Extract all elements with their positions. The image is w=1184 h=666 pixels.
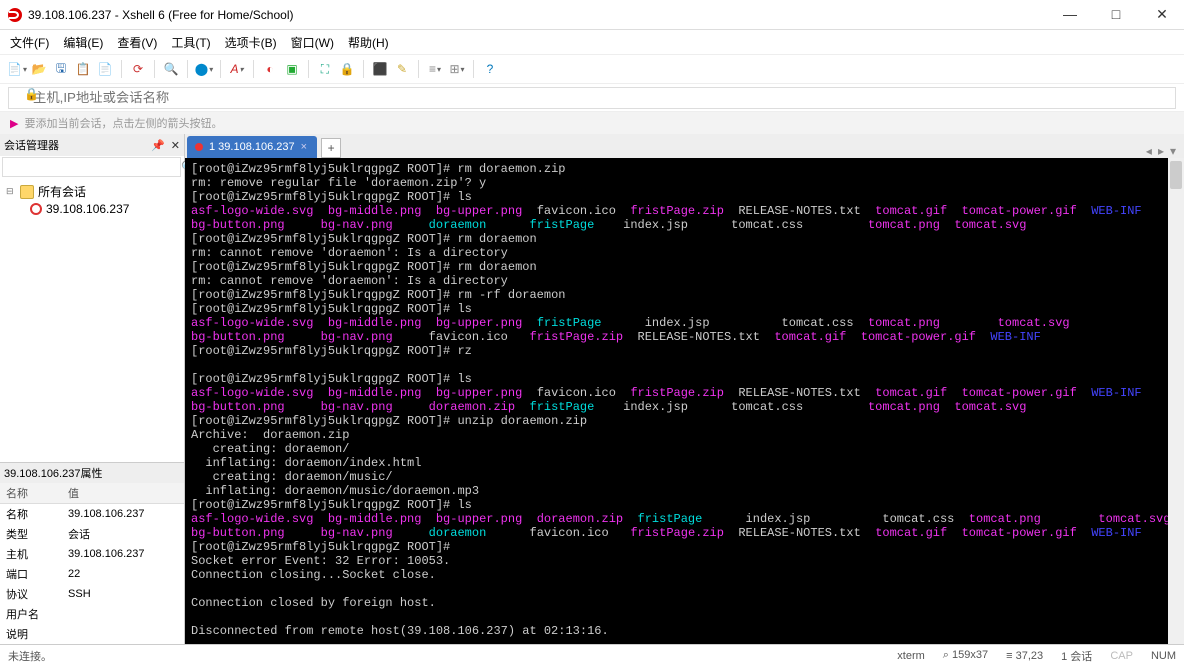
status-sessions: 1 会话 bbox=[1061, 648, 1092, 664]
lock-icon[interactable]: 🔒 bbox=[338, 60, 356, 78]
xftp-icon[interactable]: ▣ bbox=[283, 60, 301, 78]
menu-bar: 文件(F) 编辑(E) 查看(V) 工具(T) 选项卡(B) 窗口(W) 帮助(… bbox=[0, 30, 1184, 54]
collapse-icon[interactable]: ⊟ bbox=[6, 186, 16, 197]
help-icon[interactable]: ? bbox=[481, 60, 499, 78]
split-icon[interactable]: ⊞ bbox=[448, 60, 466, 78]
color-icon[interactable]: ⬤ bbox=[195, 60, 213, 78]
app-icon bbox=[8, 8, 22, 22]
table-row: 主机39.108.106.237 bbox=[0, 544, 184, 564]
menu-edit[interactable]: 编辑(E) bbox=[63, 34, 103, 51]
tree-root-label: 所有会话 bbox=[38, 183, 86, 200]
tree-session-label: 39.108.106.237 bbox=[46, 202, 129, 216]
font-icon[interactable]: A bbox=[228, 60, 246, 78]
table-row: 说明 bbox=[0, 624, 184, 644]
session-tree: ⊟ 所有会话 39.108.106.237 bbox=[0, 178, 184, 462]
table-row: 端口22 bbox=[0, 564, 184, 584]
encoding-icon[interactable]: ≡ bbox=[426, 60, 444, 78]
status-pos: ≡ 37,23 bbox=[1006, 650, 1043, 662]
close-button[interactable]: ✕ bbox=[1148, 6, 1176, 23]
status-term: xterm bbox=[897, 650, 925, 662]
tree-session[interactable]: 39.108.106.237 bbox=[2, 201, 182, 217]
props-title: 39.108.106.237属性 bbox=[0, 463, 184, 483]
menu-file[interactable]: 文件(F) bbox=[10, 34, 49, 51]
table-row: 类型会话 bbox=[0, 524, 184, 544]
table-row: 名称39.108.106.237 bbox=[0, 504, 184, 525]
status-size: ⌕ 159x37 bbox=[943, 649, 988, 662]
folder-icon bbox=[20, 185, 34, 199]
tab-bar: 1 39.108.106.237 × + ◂ ▸ ▾ bbox=[185, 134, 1184, 158]
menu-tools[interactable]: 工具(T) bbox=[171, 34, 210, 51]
flag-icon: ▶ bbox=[10, 117, 18, 130]
terminal[interactable]: [root@iZwz95rmf8lyj5uklrqgpgZ ROOT]# rm … bbox=[185, 158, 1184, 644]
toolbar: 📄 📂 🖫 📋 📄 ⟳ 🔍 ⬤ A ◐ ▣ ⛶ 🔒 ⬛ ✎ ≡ ⊞ ? bbox=[0, 54, 1184, 84]
pin-icon[interactable]: 📌 bbox=[151, 139, 165, 152]
session-icon bbox=[30, 203, 42, 215]
window-titlebar: 39.108.106.237 - Xshell 6 (Free for Home… bbox=[0, 0, 1184, 30]
menu-tabs[interactable]: 选项卡(B) bbox=[225, 34, 277, 51]
scrollbar[interactable] bbox=[1168, 158, 1184, 644]
address-input[interactable] bbox=[8, 87, 1176, 109]
status-connection: 未连接。 bbox=[8, 648, 52, 664]
open-icon[interactable]: 📂 bbox=[30, 60, 48, 78]
menu-help[interactable]: 帮助(H) bbox=[348, 34, 389, 51]
tab-menu-icon[interactable]: ▾ bbox=[1170, 144, 1176, 158]
save-icon[interactable]: 🖫 bbox=[52, 60, 70, 78]
menu-view[interactable]: 查看(V) bbox=[117, 34, 157, 51]
table-row: 用户名 bbox=[0, 604, 184, 624]
minimize-button[interactable]: — bbox=[1056, 6, 1084, 23]
props-table: 名称值 名称39.108.106.237 类型会话 主机39.108.106.2… bbox=[0, 483, 184, 644]
tab-close-icon[interactable]: × bbox=[301, 141, 307, 153]
paste-icon[interactable]: 📄 bbox=[96, 60, 114, 78]
props-col-name: 名称 bbox=[0, 483, 62, 504]
status-caps: CAP bbox=[1110, 650, 1133, 662]
fullscreen-icon[interactable]: ⛶ bbox=[316, 60, 334, 78]
hint-text: 要添加当前会话，点击左侧的箭头按钮。 bbox=[24, 115, 222, 131]
lock-icon: 🔒 bbox=[24, 87, 39, 101]
session-search-input[interactable] bbox=[2, 157, 181, 177]
session-panel-title: 会话管理器 bbox=[4, 137, 59, 153]
highlight-icon[interactable]: ⬛ bbox=[371, 60, 389, 78]
tab-next-icon[interactable]: ▸ bbox=[1158, 144, 1164, 158]
props-col-value: 值 bbox=[62, 483, 184, 504]
hint-bar: ▶ 要添加当前会话，点击左侧的箭头按钮。 bbox=[0, 112, 1184, 134]
tab-prev-icon[interactable]: ◂ bbox=[1146, 144, 1152, 158]
tree-root[interactable]: ⊟ 所有会话 bbox=[2, 182, 182, 201]
search-icon[interactable]: 🔍 bbox=[162, 60, 180, 78]
status-bar: 未连接。 xterm ⌕ 159x37 ≡ 37,23 1 会话 CAP NUM bbox=[0, 644, 1184, 666]
xshell-icon[interactable]: ◐ bbox=[261, 60, 279, 78]
maximize-button[interactable]: □ bbox=[1102, 6, 1130, 23]
address-bar: 🔒 bbox=[0, 84, 1184, 112]
new-session-icon[interactable]: 📄 bbox=[8, 60, 26, 78]
menu-window[interactable]: 窗口(W) bbox=[291, 34, 334, 51]
scroll-thumb[interactable] bbox=[1170, 161, 1182, 189]
mark-icon[interactable]: ✎ bbox=[393, 60, 411, 78]
window-title: 39.108.106.237 - Xshell 6 (Free for Home… bbox=[28, 8, 1056, 22]
tab-status-dot bbox=[195, 143, 203, 151]
table-row: 协议SSH bbox=[0, 584, 184, 604]
session-panel-header: 会话管理器 📌 ✕ bbox=[0, 134, 184, 156]
tab-label: 1 39.108.106.237 bbox=[209, 141, 295, 153]
copy-icon[interactable]: 📋 bbox=[74, 60, 92, 78]
status-num: NUM bbox=[1151, 650, 1176, 662]
panel-close-icon[interactable]: ✕ bbox=[171, 139, 180, 152]
connect-icon[interactable]: ⟳ bbox=[129, 60, 147, 78]
tab-add-button[interactable]: + bbox=[321, 138, 341, 158]
tab-session[interactable]: 1 39.108.106.237 × bbox=[187, 136, 317, 158]
